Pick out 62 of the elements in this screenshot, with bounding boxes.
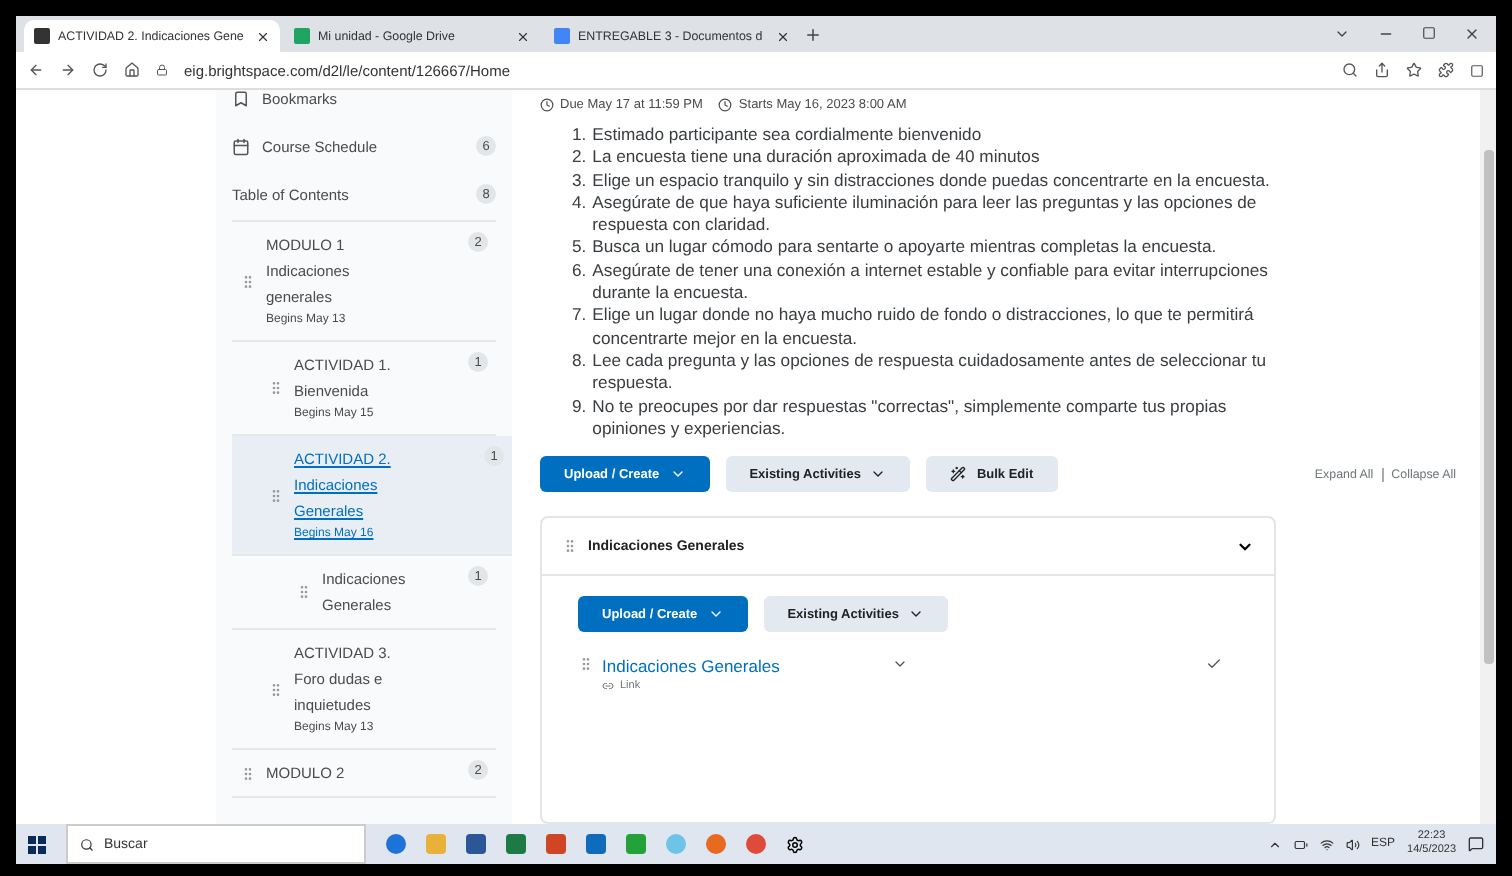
home-icon[interactable] xyxy=(124,62,140,78)
star-icon[interactable] xyxy=(1406,62,1422,78)
list-number: 5. xyxy=(572,236,587,260)
list-number: 8. xyxy=(572,349,587,374)
list-number: 3. xyxy=(572,169,587,192)
settings-icon[interactable] xyxy=(786,835,804,853)
tab-search-icon[interactable] xyxy=(1334,26,1350,42)
instruction-text: Estimado participante sea cordialmente bienvenido xyxy=(592,124,982,147)
instruction-text: Elige un espacio tranquilo y sin distracciones donde puedas concentrarte en la encuesta. xyxy=(592,169,1270,192)
new-tab-icon[interactable] xyxy=(804,25,822,43)
drag-handle-icon[interactable] xyxy=(240,765,256,781)
wand-icon xyxy=(950,466,967,483)
side-panel-icon[interactable] xyxy=(1470,63,1484,77)
close-icon[interactable] xyxy=(1464,26,1480,42)
close-icon[interactable] xyxy=(516,29,530,43)
topic-link[interactable]: Indicaciones Generales xyxy=(602,656,884,677)
clock-icon xyxy=(540,98,554,112)
list-number: 2. xyxy=(572,146,587,170)
instruction-text: Asegúrate de que haya suficiente iluminación para leer las preguntas y las opciones de respuesta con claridad. xyxy=(592,191,1259,237)
lock-icon xyxy=(156,64,168,76)
instruction-text: Elige un lugar donde no haya mucho ruido de fondo o distracciones, lo que te permitirá concentrarte mejor en la encuesta. xyxy=(592,304,1256,350)
scrollbar[interactable] xyxy=(1480,90,1496,824)
windows-start-icon[interactable] xyxy=(28,835,46,853)
wifi-icon[interactable] xyxy=(1319,837,1334,851)
list-number: 6. xyxy=(572,259,587,284)
link-icon xyxy=(602,680,614,693)
instruction-text: Busca un lugar cómodo para sentarte o apoyarte mientras completas la encuesta. xyxy=(592,236,1217,260)
drag-handle-icon[interactable] xyxy=(562,538,578,555)
close-icon[interactable] xyxy=(776,29,790,43)
puzzle-icon[interactable] xyxy=(1438,62,1454,78)
drag-handle-icon[interactable] xyxy=(240,273,256,289)
forward-icon[interactable] xyxy=(60,62,76,78)
drag-handle-icon[interactable] xyxy=(296,584,312,600)
drag-handle-icon[interactable] xyxy=(578,656,594,673)
search-icon xyxy=(80,837,94,851)
list-number: 1. xyxy=(572,124,587,147)
drag-handle-icon[interactable] xyxy=(268,487,284,503)
favicon-icon xyxy=(554,28,570,44)
list-number: 7. xyxy=(572,304,587,329)
close-icon[interactable] xyxy=(256,29,270,43)
tray-caret-icon[interactable] xyxy=(1267,837,1282,851)
clock-icon xyxy=(718,98,733,112)
reload-icon[interactable] xyxy=(92,62,108,78)
notification-icon[interactable] xyxy=(1468,836,1484,852)
list-number: 4. xyxy=(572,191,587,216)
instruction-text: La encuesta tiene una duración aproximada de 40 minutos xyxy=(592,146,1040,170)
battery-icon[interactable] xyxy=(1293,837,1308,851)
search-icon[interactable] xyxy=(1342,62,1358,78)
instruction-text: No te preocupes por dar respuestas "correctas", simplemente comparte tus propias opiniones y experiencias. xyxy=(592,395,1229,441)
drag-handle-icon[interactable] xyxy=(268,380,284,396)
favicon-icon xyxy=(294,28,310,44)
drag-handle-icon[interactable] xyxy=(268,681,284,697)
bookmark-icon xyxy=(232,90,250,108)
instruction-text: Asegúrate de tener una conexión a internet estable y confiable para evitar interrupciones durante la encuesta. xyxy=(592,259,1270,305)
calendar-icon xyxy=(232,137,250,155)
maximize-icon[interactable] xyxy=(1422,26,1436,40)
volume-icon[interactable] xyxy=(1345,837,1360,851)
share-icon[interactable] xyxy=(1374,62,1390,78)
list-number: 9. xyxy=(572,395,587,420)
favicon-icon xyxy=(34,28,50,44)
back-icon[interactable] xyxy=(28,62,44,78)
instruction-text: Lee cada pregunta y las opciones de respuesta cuidadosamente antes de seleccionar tu respuesta. xyxy=(592,349,1268,396)
